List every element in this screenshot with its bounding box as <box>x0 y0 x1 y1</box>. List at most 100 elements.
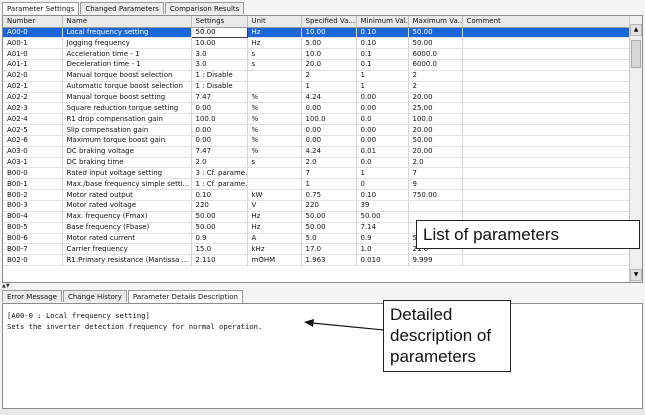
cell-unit[interactable]: Hz <box>247 27 302 39</box>
cell-unit[interactable] <box>247 81 302 93</box>
cell-minimum-value[interactable]: 1 <box>356 70 409 82</box>
cell-maximum-value[interactable]: 50.00 <box>408 135 463 147</box>
cell-maximum-value[interactable]: 50.00 <box>408 27 463 39</box>
cell-specified-value[interactable]: 100.0 <box>301 113 357 126</box>
cell-number[interactable]: A02-6 <box>3 135 63 147</box>
cell-comment[interactable] <box>462 254 631 267</box>
cell-minimum-value[interactable]: 39 <box>356 200 409 212</box>
cell-name[interactable]: Slip compensation gain <box>62 124 192 136</box>
cell-specified-value[interactable]: 5.00 <box>301 37 357 50</box>
cell-maximum-value[interactable]: 100.0 <box>408 113 463 126</box>
cell-specified-value[interactable]: 10.00 <box>301 27 357 39</box>
cell-settings[interactable]: 2.110 <box>191 254 248 267</box>
tab-changed-parameters[interactable]: Changed Parameters <box>80 2 164 14</box>
cell-specified-value[interactable]: 0.00 <box>301 135 357 147</box>
table-row[interactable]: A00-0 Local frequency setting 50.00 Hz 10.00… <box>3 26 631 39</box>
column-header-unit[interactable]: Unit <box>247 16 302 28</box>
cell-number[interactable]: A02-5 <box>3 124 63 136</box>
cell-comment[interactable] <box>462 27 631 39</box>
cell-specified-value[interactable]: 4.24 <box>301 146 357 158</box>
table-row[interactable]: A02-5 Slip compensation gain 0.00% 0.00 0.00… <box>3 124 631 136</box>
cell-maximum-value[interactable]: 20.00 <box>408 124 463 136</box>
cell-unit[interactable]: Hz <box>247 37 302 50</box>
cell-comment[interactable] <box>462 167 631 180</box>
cell-minimum-value[interactable]: 0.10 <box>356 37 409 50</box>
cell-minimum-value[interactable]: 1 <box>356 81 409 93</box>
cell-name[interactable]: DC braking time <box>62 157 192 169</box>
cell-number[interactable]: A02-4 <box>3 113 63 126</box>
cell-name[interactable]: Motor rated output <box>62 189 192 201</box>
cell-specified-value[interactable]: 2.0 <box>301 157 357 169</box>
table-row[interactable]: B00-1 Max./base frequency simple setti...… <box>3 178 631 191</box>
cell-settings[interactable]: 0.10 <box>191 189 248 201</box>
cell-number[interactable]: B00-0 <box>3 167 63 180</box>
cell-comment[interactable] <box>462 178 631 191</box>
cell-maximum-value[interactable]: 750.00 <box>408 189 463 201</box>
cell-number[interactable]: B00-2 <box>3 189 63 201</box>
cell-comment[interactable] <box>462 70 631 82</box>
cell-specified-value[interactable]: 50.00 <box>301 222 357 234</box>
table-row[interactable]: A00-1 Jogging frequency 10.00 Hz 5.00 0.10 50.… <box>3 37 631 50</box>
cell-unit[interactable]: % <box>247 102 302 115</box>
cell-name[interactable]: Manual torque boost selection <box>62 70 192 82</box>
cell-number[interactable]: B00-7 <box>3 243 63 256</box>
table-row[interactable]: A02-3 Square reduction torque setting 0.00… <box>3 102 631 115</box>
cell-number[interactable]: B00-5 <box>3 222 63 234</box>
cell-minimum-value[interactable]: 1 <box>356 167 409 180</box>
cell-settings[interactable]: 2.0 <box>191 157 248 169</box>
cell-settings[interactable]: 1 : Disable <box>191 81 248 93</box>
cell-name[interactable]: Max./base frequency simple setti... <box>62 178 192 191</box>
cell-settings[interactable]: 15.0 <box>191 243 248 256</box>
cell-maximum-value[interactable]: 9 <box>408 178 463 191</box>
table-row[interactable]: A01-0 Acceleration time - 1 3.0 s 10.0 0.1 600… <box>3 48 631 61</box>
cell-minimum-value[interactable]: 0.00 <box>356 102 409 115</box>
cell-settings[interactable]: 0.00 <box>191 102 248 115</box>
cell-minimum-value[interactable]: 0.00 <box>356 92 409 104</box>
cell-unit[interactable] <box>247 178 302 191</box>
cell-settings[interactable]: 3.0 <box>191 48 248 61</box>
table-row[interactable]: B00-3 Motor rated voltage 220 V 220 39 <box>3 200 631 212</box>
cell-name[interactable]: Rated input voltage setting <box>62 167 192 180</box>
cell-number[interactable]: B00-6 <box>3 233 63 245</box>
cell-unit[interactable]: % <box>247 124 302 136</box>
cell-number[interactable]: A03-0 <box>3 146 63 158</box>
cell-number[interactable]: A03-1 <box>3 157 63 169</box>
cell-unit[interactable]: Hz <box>247 211 302 223</box>
cell-maximum-value[interactable]: 2.0 <box>408 157 463 169</box>
cell-minimum-value[interactable]: 0.00 <box>356 124 409 136</box>
cell-minimum-value[interactable]: 0.9 <box>356 233 409 245</box>
cell-unit[interactable] <box>247 70 302 82</box>
table-row[interactable]: B00-0 Rated input voltage setting 3 : Cf. … <box>3 167 631 180</box>
cell-name[interactable]: Automatic torque boost selection <box>62 81 192 93</box>
cell-name[interactable]: DC braking voltage <box>62 146 192 158</box>
cell-number[interactable]: A02-1 <box>3 81 63 93</box>
cell-minimum-value[interactable]: 0.10 <box>356 189 409 201</box>
cell-name[interactable]: R1 drop compensation gain <box>62 113 192 126</box>
cell-minimum-value[interactable]: 0 <box>356 178 409 191</box>
cell-settings[interactable]: 7.47 <box>191 146 248 158</box>
cell-minimum-value[interactable]: 0.1 <box>356 48 409 61</box>
cell-name[interactable]: R1:Primary resistance (Mantissa ... <box>62 254 192 267</box>
cell-name[interactable]: Jogging frequency <box>62 37 192 50</box>
table-row[interactable]: A02-0 Manual torque boost selection 1 : Di… <box>3 70 631 82</box>
table-row[interactable]: A01-1 Deceleration time - 1 3.0 s 20.0 0.1 600… <box>3 59 631 71</box>
cell-comment[interactable] <box>462 189 631 201</box>
cell-settings[interactable]: 220 <box>191 200 248 212</box>
tab-change-history[interactable]: Change History <box>62 290 127 302</box>
cell-unit[interactable]: kHz <box>247 243 302 256</box>
cell-settings[interactable]: 7.47 <box>191 92 248 104</box>
cell-number[interactable]: A01-1 <box>3 59 63 71</box>
cell-comment[interactable] <box>462 59 631 71</box>
table-row[interactable]: A02-2 Manual torque boost setting 7.47% 4.2… <box>3 92 631 104</box>
table-row[interactable]: B00-2 Motor rated output 0.10 kW 0.75 0.10 750… <box>3 189 631 201</box>
column-header-name[interactable]: Name <box>62 16 192 28</box>
cell-maximum-value[interactable] <box>408 200 463 212</box>
tab-comparison-results[interactable]: Comparison Results <box>164 2 245 14</box>
cell-name[interactable]: Acceleration time - 1 <box>62 48 192 61</box>
cell-comment[interactable] <box>462 102 631 115</box>
cell-maximum-value[interactable]: 20.00 <box>408 92 463 104</box>
table-row[interactable]: A02-1 Automatic torque boost selection 1 :… <box>3 81 631 93</box>
cell-minimum-value[interactable]: 0.0 <box>356 157 409 169</box>
table-row[interactable]: A02-4 R1 drop compensation gain 100.0% 100.… <box>3 113 631 126</box>
cell-unit[interactable]: % <box>247 146 302 158</box>
